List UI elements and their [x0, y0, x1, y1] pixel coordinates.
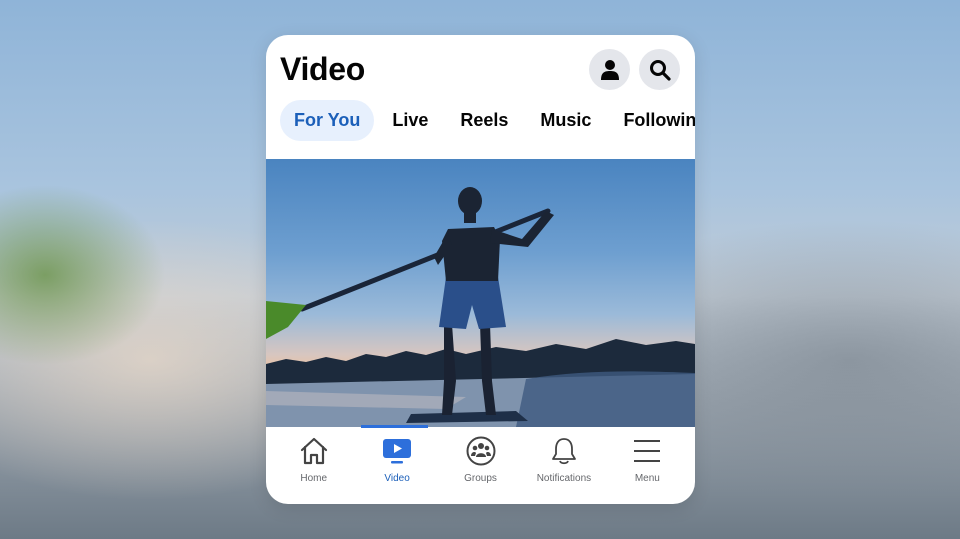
- home-icon: [300, 437, 327, 465]
- tab-live[interactable]: Live: [378, 100, 442, 141]
- nav-video[interactable]: Video: [355, 427, 438, 504]
- menu-icon: [634, 440, 661, 462]
- search-button[interactable]: [639, 49, 680, 90]
- shorts: [439, 277, 506, 329]
- nav-menu-label: Menu: [634, 473, 660, 484]
- paddle-shaft: [299, 208, 551, 312]
- nav-video-label: Video: [384, 473, 410, 484]
- nav-groups-label: Groups: [464, 473, 497, 484]
- bottom-nav: Home Video Groups Notifications Menu: [266, 427, 695, 504]
- nav-notifications-label: Notifications: [536, 473, 592, 484]
- bell-icon: [552, 438, 576, 465]
- search-icon: [649, 59, 671, 81]
- paddle-blade: [266, 301, 306, 339]
- nav-home-label: Home: [300, 473, 328, 484]
- video-frame: [266, 187, 695, 427]
- nav-groups[interactable]: Groups: [439, 427, 522, 504]
- video-feed-card: Video For You Live Reels Music Following: [266, 35, 695, 504]
- page-title: Video: [280, 51, 366, 87]
- video-player[interactable]: [266, 159, 695, 427]
- video-icon: [383, 439, 412, 464]
- tab-reels[interactable]: Reels: [446, 100, 522, 141]
- tab-for-you[interactable]: For You: [280, 100, 375, 141]
- nav-notifications[interactable]: Notifications: [522, 427, 605, 504]
- nav-menu[interactable]: Menu: [606, 427, 689, 504]
- groups-icon: [466, 436, 496, 466]
- tab-music[interactable]: Music: [526, 100, 605, 141]
- tab-bar: For You Live Reels Music Following: [280, 100, 695, 141]
- profile-icon: [600, 59, 619, 80]
- tab-following[interactable]: Following: [609, 100, 695, 141]
- header: Video For You Live Reels Music Following: [266, 35, 695, 159]
- profile-button[interactable]: [589, 49, 630, 90]
- nav-home[interactable]: Home: [272, 427, 355, 504]
